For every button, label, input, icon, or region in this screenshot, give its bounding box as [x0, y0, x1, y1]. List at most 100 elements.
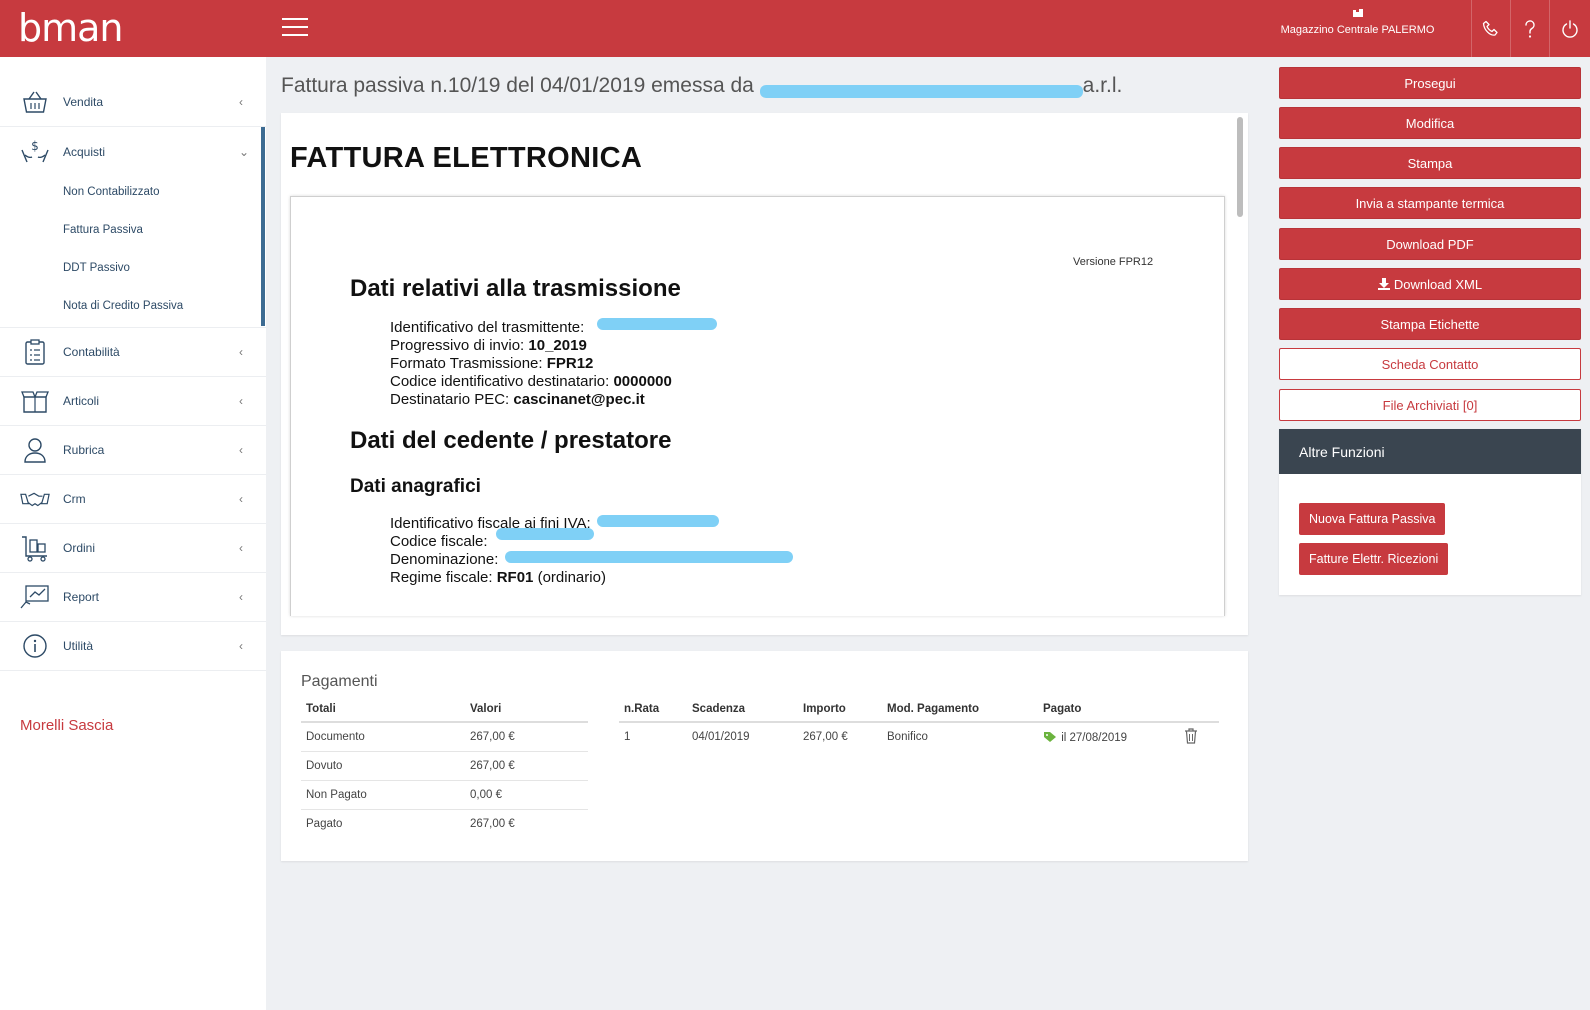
- invia-stampante-termica-button[interactable]: Invia a stampante termica: [1279, 187, 1581, 219]
- field-pec: Destinatario PEC: cascinanet@pec.it: [390, 391, 645, 408]
- cart-icon: [20, 533, 50, 563]
- sidebar-item-label: Ordini: [63, 541, 96, 555]
- phone-icon: [1482, 20, 1498, 36]
- submenu-item-non-contabilizzato[interactable]: Non Contabilizzato: [63, 186, 160, 198]
- totals-value: 267,00 €: [470, 817, 515, 830]
- file-archiviati-button[interactable]: File Archiviati [0]: [1279, 389, 1581, 421]
- clipboard-icon: [20, 337, 50, 367]
- submenu-item-nota-credito[interactable]: Nota di Credito Passiva: [63, 300, 183, 312]
- top-bar: bman Magazzino Centrale PALERMO: [0, 0, 1590, 57]
- chevron-left-icon: ‹: [239, 541, 243, 555]
- invoice-preview-panel: FATTURA ELETTRONICA Versione FPR12 Dati …: [281, 113, 1248, 635]
- nuova-fattura-passiva-button[interactable]: Nuova Fattura Passiva: [1299, 503, 1446, 535]
- chevron-left-icon: ‹: [239, 345, 243, 359]
- prosegui-button[interactable]: Prosegui: [1279, 67, 1581, 99]
- logout-button[interactable]: [1549, 0, 1590, 57]
- payments-panel: Pagamenti Totali Valori Documento 267,00 …: [281, 651, 1248, 861]
- handshake-icon: [20, 484, 50, 514]
- page-title-suffix: a.r.l.: [1082, 74, 1123, 97]
- download-xml-button[interactable]: Download XML: [1279, 268, 1581, 300]
- altre-funzioni-panel: Altre Funzioni Nuova Fattura Passiva Fat…: [1279, 429, 1581, 595]
- sidebar-item-utilita[interactable]: Utilità ‹: [0, 622, 266, 671]
- delete-installment-button[interactable]: [1179, 722, 1219, 751]
- stampa-button[interactable]: Stampa: [1279, 147, 1581, 179]
- totals-value: 0,00 €: [465, 780, 588, 810]
- download-xml-label: Download XML: [1393, 276, 1483, 292]
- sidebar-item-crm[interactable]: Crm ‹: [0, 475, 266, 524]
- tag-icon: [1044, 731, 1056, 742]
- sidebar-item-articoli[interactable]: Articoli ‹: [0, 377, 266, 426]
- field-formato: Formato Trasmissione: FPR12: [390, 355, 594, 372]
- scrollbar-thumb[interactable]: [1237, 117, 1243, 217]
- submenu-item-fattura-passiva[interactable]: Fattura Passiva: [63, 224, 143, 236]
- column-header: Scadenza: [687, 703, 798, 723]
- help-button[interactable]: [1510, 0, 1548, 57]
- page-title-prefix: Fattura passiva n.10/19 del 04/01/2019 e…: [281, 74, 754, 97]
- field-progressivo: Progressivo di invio: 10_2019: [390, 337, 587, 354]
- column-header: Importo: [798, 703, 882, 723]
- table-row: Non Pagato 0,00 €: [301, 780, 588, 810]
- section-anagrafici: Dati anagrafici: [350, 476, 481, 497]
- field-denominazione: Denominazione:: [390, 551, 499, 568]
- warehouse-selector[interactable]: Magazzino Centrale PALERMO: [1270, 8, 1445, 37]
- basket-icon: [20, 87, 50, 117]
- chevron-left-icon: ‹: [239, 492, 243, 506]
- sidebar-item-report[interactable]: Report ‹: [0, 573, 266, 622]
- column-header-actions: [1179, 703, 1219, 723]
- download-icon: [1377, 278, 1390, 290]
- invoice-document-frame[interactable]: Versione FPR12 Dati relativi alla trasmi…: [290, 196, 1225, 616]
- totals-value: 267,00 €: [465, 722, 588, 752]
- fatture-elettr-ricezioni-button[interactable]: Fatture Elettr. Ricezioni: [1299, 543, 1449, 575]
- sidebar-item-contabilita[interactable]: Contabilità ‹: [0, 328, 266, 377]
- redacted-supplier-name: [759, 78, 1083, 98]
- chart-icon: [20, 582, 50, 612]
- sidebar-item-label: Crm: [63, 492, 86, 506]
- box-icon: [20, 386, 50, 416]
- phone-button[interactable]: [1471, 0, 1509, 57]
- totals-label: Dovuto: [301, 751, 465, 781]
- sidebar-item-label: Acquisti: [63, 144, 106, 159]
- scheda-contatto-button[interactable]: Scheda Contatto: [1279, 348, 1581, 380]
- field-regime-fiscale: Regime fiscale: RF01 (ordinario): [390, 569, 606, 586]
- building-icon: [1352, 9, 1363, 17]
- field-codice-fiscale: Codice fiscale:: [390, 533, 488, 550]
- help-icon: [1524, 19, 1535, 38]
- page-title: Fattura passiva n.10/19 del 04/01/2019 e…: [281, 74, 1122, 98]
- section-trasmissione: Dati relativi alla trasmissione: [350, 275, 681, 302]
- modifica-button[interactable]: Modifica: [1279, 107, 1581, 139]
- chevron-left-icon: ‹: [239, 590, 243, 604]
- sidebar-item-acquisti[interactable]: $ Acquisti ⌄: [0, 127, 266, 176]
- totals-label: Pagato: [306, 817, 343, 830]
- info-icon: [20, 631, 50, 661]
- document-scrollbar[interactable]: [1234, 113, 1246, 635]
- sidebar-item-label: Report: [63, 590, 100, 604]
- table-row: Dovuto 267,00 €: [301, 751, 588, 781]
- menu-toggle-icon[interactable]: [282, 18, 308, 38]
- sidebar-item-ordini[interactable]: Ordini ‹: [0, 524, 266, 573]
- chevron-left-icon: ‹: [239, 639, 243, 653]
- field-codice-destinatario: Codice identificativo destinatario: 0000…: [390, 373, 672, 390]
- altre-funzioni-title: Altre Funzioni: [1279, 429, 1581, 474]
- submenu-item-ddt-passivo[interactable]: DDT Passivo: [63, 262, 130, 274]
- warehouse-name: Magazzino Centrale PALERMO: [1280, 24, 1435, 36]
- redaction-mark: [496, 528, 594, 540]
- sidebar-item-label: Articoli: [63, 394, 100, 408]
- table-row: 1 04/01/2019 267,00 € Bonifico il 27/08/…: [619, 722, 1219, 751]
- redaction-mark: [597, 515, 719, 527]
- svg-text:$: $: [31, 139, 39, 153]
- chevron-left-icon: ‹: [239, 443, 243, 457]
- redaction-mark: [505, 551, 793, 563]
- user-name[interactable]: Morelli Sascia: [20, 717, 113, 734]
- download-pdf-button[interactable]: Download PDF: [1279, 228, 1581, 260]
- section-cedente: Dati del cedente / prestatore: [350, 427, 672, 454]
- sidebar-item-rubrica[interactable]: Rubrica ‹: [0, 426, 266, 475]
- stampa-etichette-button[interactable]: Stampa Etichette: [1279, 308, 1581, 340]
- chevron-left-icon: ‹: [239, 95, 243, 109]
- sidebar-item-vendita[interactable]: Vendita ‹: [0, 78, 266, 127]
- column-header: Mod. Pagamento: [882, 703, 1038, 723]
- sidebar-item-label: Rubrica: [63, 443, 105, 457]
- document-version: Versione FPR12: [1073, 256, 1154, 268]
- totals-label: Non Pagato: [301, 780, 465, 810]
- app-logo[interactable]: bman: [18, 6, 124, 50]
- installment-amount: 267,00 €: [803, 731, 848, 743]
